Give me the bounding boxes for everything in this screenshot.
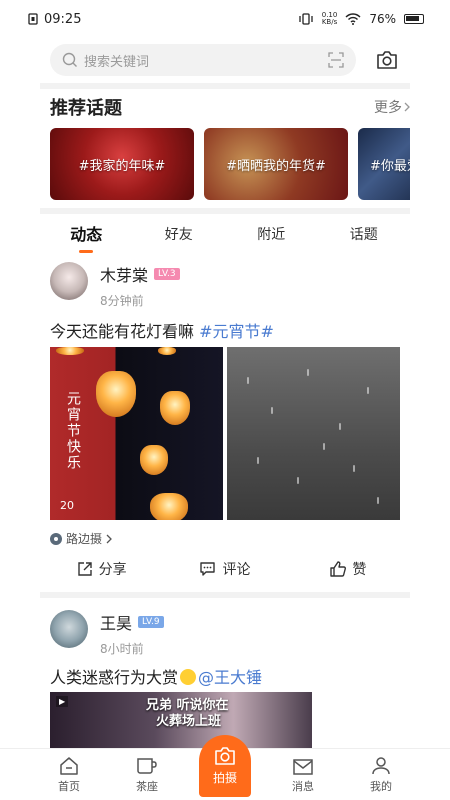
shoot-button[interactable]: 拍摄 xyxy=(199,735,251,797)
post-text: 今天还能有花灯看嘛 #元宵节# xyxy=(50,318,274,342)
nav-label: 我的 xyxy=(370,780,392,793)
topic-card[interactable]: #晒晒我的年货# xyxy=(204,128,348,200)
more-link[interactable]: 更多 xyxy=(374,97,410,117)
person-icon xyxy=(372,757,390,775)
search-row: 搜索关键词 xyxy=(0,40,450,80)
nav-label: 首页 xyxy=(58,780,80,793)
battery-percent: 76% xyxy=(369,12,396,26)
nav-label: 消息 xyxy=(292,780,314,793)
post-actions: 分享 评论 赞 xyxy=(40,558,410,580)
chevron-right-icon xyxy=(106,534,112,543)
post-time: 8分钟前 xyxy=(100,294,144,308)
image-caption: 元宵节快乐 xyxy=(65,391,81,471)
nav-label: 茶座 xyxy=(136,780,158,793)
nav-label: 拍摄 xyxy=(212,770,237,785)
like-button[interactable]: 赞 xyxy=(287,558,410,580)
topic-label: #我家的年味# xyxy=(78,158,166,174)
level-badge: LV.9 xyxy=(138,616,164,628)
topic-carousel[interactable]: #我家的年味# #晒晒我的年货# #你最爱 xyxy=(50,128,410,200)
tab-friends[interactable]: 好友 xyxy=(133,220,226,256)
divider xyxy=(40,592,410,598)
topic-tag[interactable]: #元宵节# xyxy=(199,322,274,341)
search-icon xyxy=(62,52,77,67)
post-images: 元宵节快乐 20 xyxy=(50,347,400,520)
mail-icon xyxy=(293,759,313,775)
post-body: 人类迷惑行为大赏 xyxy=(50,668,179,687)
topic-label: #你最爱 xyxy=(370,158,410,174)
image-year: 20 xyxy=(60,499,74,512)
author-name[interactable]: 王昊 xyxy=(100,610,132,634)
thumbs-up-icon xyxy=(330,561,347,577)
comment-label: 评论 xyxy=(222,562,251,578)
post-video[interactable]: ▶ 兄弟 听说你在 火葬场上班 xyxy=(50,692,312,752)
photo-source[interactable]: 路边摄 xyxy=(50,530,112,547)
camera-badge-icon xyxy=(50,532,62,545)
scan-icon[interactable] xyxy=(328,52,344,68)
bottom-nav: 首页 茶座 拍摄 消息 我的 xyxy=(0,735,450,800)
net-speed: 0.10 KB/s xyxy=(321,11,338,26)
recommended-topics-header: 推荐话题 更多 xyxy=(50,94,410,120)
chevron-right-icon xyxy=(404,102,410,112)
divider xyxy=(40,83,410,89)
post-time: 8小时前 xyxy=(100,642,144,656)
home-icon xyxy=(60,757,78,775)
vibrate-icon xyxy=(299,13,313,25)
camera-icon[interactable] xyxy=(376,51,398,69)
avatar[interactable] xyxy=(50,610,88,648)
source-label: 路边摄 xyxy=(66,532,103,546)
share-icon xyxy=(77,562,92,576)
share-button[interactable]: 分享 xyxy=(40,558,163,580)
wifi-icon xyxy=(345,13,361,25)
nav-mine[interactable]: 我的 xyxy=(342,749,420,800)
nav-messages[interactable]: 消息 xyxy=(264,749,342,800)
video-caption: 兄弟 听说你在 火葬场上班 xyxy=(146,698,229,729)
post-image[interactable]: 元宵节快乐 20 xyxy=(50,347,223,520)
nav-shoot[interactable]: 拍摄 xyxy=(186,735,264,800)
like-label: 赞 xyxy=(352,562,367,578)
post-image[interactable] xyxy=(227,347,400,520)
tab-nearby[interactable]: 附近 xyxy=(225,220,318,256)
level-badge: LV.3 xyxy=(154,268,180,280)
search-placeholder: 搜索关键词 xyxy=(84,54,150,70)
battery-icon xyxy=(404,14,424,24)
nav-home[interactable]: 首页 xyxy=(30,749,108,800)
comment-icon xyxy=(200,562,216,576)
emoji-icon xyxy=(180,669,197,685)
nav-tea[interactable]: 茶座 xyxy=(108,749,186,800)
topic-card[interactable]: #我家的年味# xyxy=(50,128,194,200)
post-header: 王昊 LV.9 8小时前 xyxy=(50,610,164,657)
camera-icon xyxy=(215,746,235,765)
section-title: 推荐话题 xyxy=(50,98,122,119)
share-label: 分享 xyxy=(98,562,127,578)
mention[interactable]: @王大锤 xyxy=(198,668,262,687)
post-header: 木芽棠 LV.3 8分钟前 xyxy=(50,262,180,309)
search-input[interactable]: 搜索关键词 xyxy=(50,44,356,76)
comment-button[interactable]: 评论 xyxy=(163,558,286,580)
feed-tabs: 动态 好友 附近 话题 xyxy=(40,220,410,256)
more-label: 更多 xyxy=(374,100,402,116)
avatar[interactable] xyxy=(50,262,88,300)
tab-topics[interactable]: 话题 xyxy=(318,220,411,256)
tab-dynamic[interactable]: 动态 xyxy=(40,220,133,256)
post-body: 今天还能有花灯看嘛 xyxy=(50,322,200,341)
post-text: 人类迷惑行为大赏 @王大锤 xyxy=(50,664,262,688)
cup-icon xyxy=(137,758,157,774)
sim-icon xyxy=(28,13,38,25)
video-logo: ▶ xyxy=(56,696,69,707)
status-time: 09:25 xyxy=(44,11,82,27)
divider xyxy=(40,208,410,214)
author-name[interactable]: 木芽棠 xyxy=(100,262,148,286)
topic-card[interactable]: #你最爱 xyxy=(358,128,410,200)
topic-label: #晒晒我的年货# xyxy=(226,158,326,174)
status-bar: 09:25 0.10 KB/s 76% xyxy=(0,0,450,38)
